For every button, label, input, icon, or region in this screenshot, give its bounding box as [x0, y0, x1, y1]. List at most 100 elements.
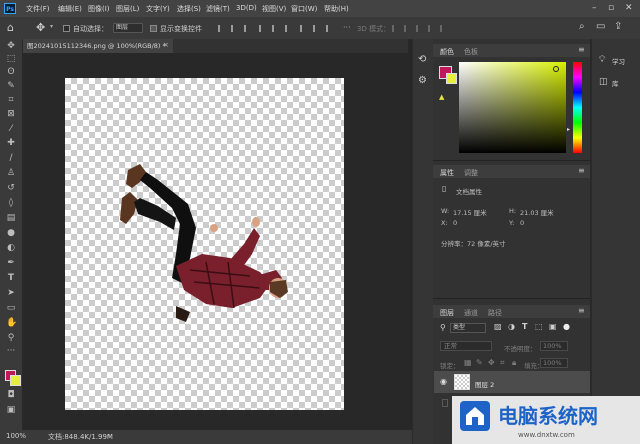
brush-settings-icon[interactable]: ⚙: [418, 75, 427, 86]
color-field[interactable]: [459, 62, 566, 153]
maximize-icon[interactable]: ▫: [608, 3, 614, 13]
minimize-icon[interactable]: –: [592, 3, 597, 13]
more-tools-icon[interactable]: ···: [6, 346, 16, 356]
menu-layer[interactable]: 图层(L): [116, 4, 139, 14]
auto-select-checkbox[interactable]: [63, 25, 70, 32]
tab-layers[interactable]: 图层: [440, 308, 454, 318]
gradient-tool-icon[interactable]: ▤: [6, 213, 16, 223]
3d-orbit-icon[interactable]: [392, 25, 399, 32]
menu-help[interactable]: 帮助(H): [324, 4, 349, 14]
home-icon[interactable]: ⌂: [7, 21, 14, 34]
status-menu-icon[interactable]: ›: [108, 432, 110, 439]
more-options-icon[interactable]: ···: [343, 23, 351, 32]
healing-brush-icon[interactable]: ✚: [6, 138, 16, 148]
menu-file[interactable]: 文件(F): [26, 4, 50, 14]
distribute-bottom-icon[interactable]: [326, 25, 333, 32]
3d-slide-icon[interactable]: [428, 25, 435, 32]
move-tool-icon[interactable]: ✥: [36, 21, 45, 34]
background-swatch[interactable]: [10, 375, 21, 386]
lock-all-icon[interactable]: 🔒︎: [512, 358, 516, 368]
align-right-icon[interactable]: [244, 25, 251, 32]
align-top-icon[interactable]: [259, 25, 266, 32]
menu-edit[interactable]: 编辑(E): [58, 4, 82, 14]
distribute-middle-icon[interactable]: [313, 25, 320, 32]
tab-color[interactable]: 颜色: [440, 47, 454, 57]
height-value[interactable]: 21.03 厘米: [520, 207, 554, 217]
tab-adjustments[interactable]: 调整: [464, 168, 478, 178]
fill-field[interactable]: 100%: [540, 358, 568, 368]
shape-tool-icon[interactable]: ▭: [6, 303, 16, 313]
quick-mask-icon[interactable]: ◘: [6, 390, 16, 400]
align-left-icon[interactable]: [218, 25, 225, 32]
lock-pixels-icon[interactable]: ▦: [464, 358, 472, 367]
history-brush-icon[interactable]: ↺: [6, 183, 16, 193]
menu-3d[interactable]: 3D(D): [236, 4, 257, 12]
learn-label[interactable]: 学习: [612, 56, 625, 66]
y-value[interactable]: 0: [520, 219, 524, 227]
zoom-level[interactable]: 100%: [6, 432, 26, 440]
menu-filter[interactable]: 滤镜(T): [206, 4, 230, 14]
eyedropper-tool-icon[interactable]: ⁄: [6, 124, 16, 134]
dodge-tool-icon[interactable]: ◐: [6, 243, 16, 253]
distribute-top-icon[interactable]: [300, 25, 307, 32]
share-icon[interactable]: ⇪: [614, 21, 622, 32]
panel-menu-icon[interactable]: ≡: [578, 306, 585, 315]
tab-properties[interactable]: 属性: [440, 168, 454, 178]
menu-window[interactable]: 窗口(W): [291, 4, 317, 14]
filter-pixel-icon[interactable]: ▨: [494, 322, 502, 331]
brush-tool-icon[interactable]: ∕: [6, 153, 16, 163]
hue-slider-handle-icon[interactable]: ▸: [567, 126, 570, 133]
blur-tool-icon[interactable]: ●: [6, 228, 16, 238]
visibility-eye-icon[interactable]: ◉: [440, 377, 447, 386]
marquee-tool-icon[interactable]: ⬚: [6, 54, 16, 64]
auto-select-dropdown[interactable]: 图层: [113, 23, 143, 33]
3d-roll-icon[interactable]: [404, 25, 411, 32]
opacity-field[interactable]: 100%: [540, 341, 568, 351]
gamut-warning-icon[interactable]: ▲: [439, 93, 444, 101]
layer-name[interactable]: 图层 2: [475, 379, 494, 389]
search-icon[interactable]: ⌕: [579, 21, 585, 32]
workspace-icon[interactable]: ▭: [596, 21, 605, 32]
color-picker-cursor[interactable]: [553, 66, 559, 72]
quick-select-tool-icon[interactable]: ✎: [6, 81, 16, 91]
tab-paths[interactable]: 路径: [488, 308, 502, 318]
screen-mode-icon[interactable]: ▣: [6, 405, 16, 415]
type-tool-icon[interactable]: T: [6, 273, 16, 283]
eraser-tool-icon[interactable]: ◊: [6, 198, 16, 208]
lock-position-icon[interactable]: ✥: [488, 358, 495, 367]
layer-thumbnail[interactable]: [454, 374, 470, 390]
align-center-icon[interactable]: [231, 25, 238, 32]
document-tab[interactable]: 图20241015112346.png @ 100%(RGB/8) *: [23, 39, 173, 53]
panel-menu-icon[interactable]: ≡: [578, 166, 585, 175]
library-label[interactable]: 库: [612, 78, 619, 88]
tab-close-icon[interactable]: ×: [163, 41, 169, 49]
pen-tool-icon[interactable]: ✒: [6, 258, 16, 268]
blend-mode-dropdown[interactable]: 正常: [440, 341, 492, 351]
show-transform-checkbox[interactable]: [150, 25, 157, 32]
stamp-tool-icon[interactable]: ♙: [6, 168, 16, 178]
align-middle-icon[interactable]: [272, 25, 279, 32]
library-icon[interactable]: ◫: [599, 77, 608, 87]
path-select-icon[interactable]: ➤: [6, 288, 16, 298]
hand-tool-icon[interactable]: ✋: [6, 318, 17, 328]
learn-icon[interactable]: 💡︎: [599, 55, 605, 65]
menu-select[interactable]: 选择(S): [177, 4, 201, 14]
lock-artboard-icon[interactable]: ⌗: [500, 358, 505, 368]
lock-paint-icon[interactable]: ✎: [476, 358, 483, 367]
x-value[interactable]: 0: [453, 219, 457, 227]
frame-tool-icon[interactable]: ⊠: [6, 109, 16, 119]
chevron-down-icon[interactable]: ▾: [50, 23, 53, 30]
close-icon[interactable]: ✕: [625, 3, 633, 13]
menu-view[interactable]: 视图(V): [262, 4, 286, 14]
layer-kind-filter[interactable]: 类型: [450, 323, 486, 333]
filter-toggle-icon[interactable]: ●: [563, 322, 570, 331]
tab-swatches[interactable]: 色板: [464, 47, 478, 57]
filter-type-icon[interactable]: T: [522, 322, 527, 331]
move-tool-icon[interactable]: ✥: [6, 41, 16, 51]
lasso-tool-icon[interactable]: ʘ: [6, 67, 16, 77]
3d-scale-icon[interactable]: [440, 25, 447, 32]
hue-slider[interactable]: [573, 62, 582, 153]
filter-adjustment-icon[interactable]: ◑: [508, 322, 515, 331]
color-background-swatch[interactable]: [446, 73, 457, 84]
width-value[interactable]: 17.15 厘米: [453, 207, 487, 217]
